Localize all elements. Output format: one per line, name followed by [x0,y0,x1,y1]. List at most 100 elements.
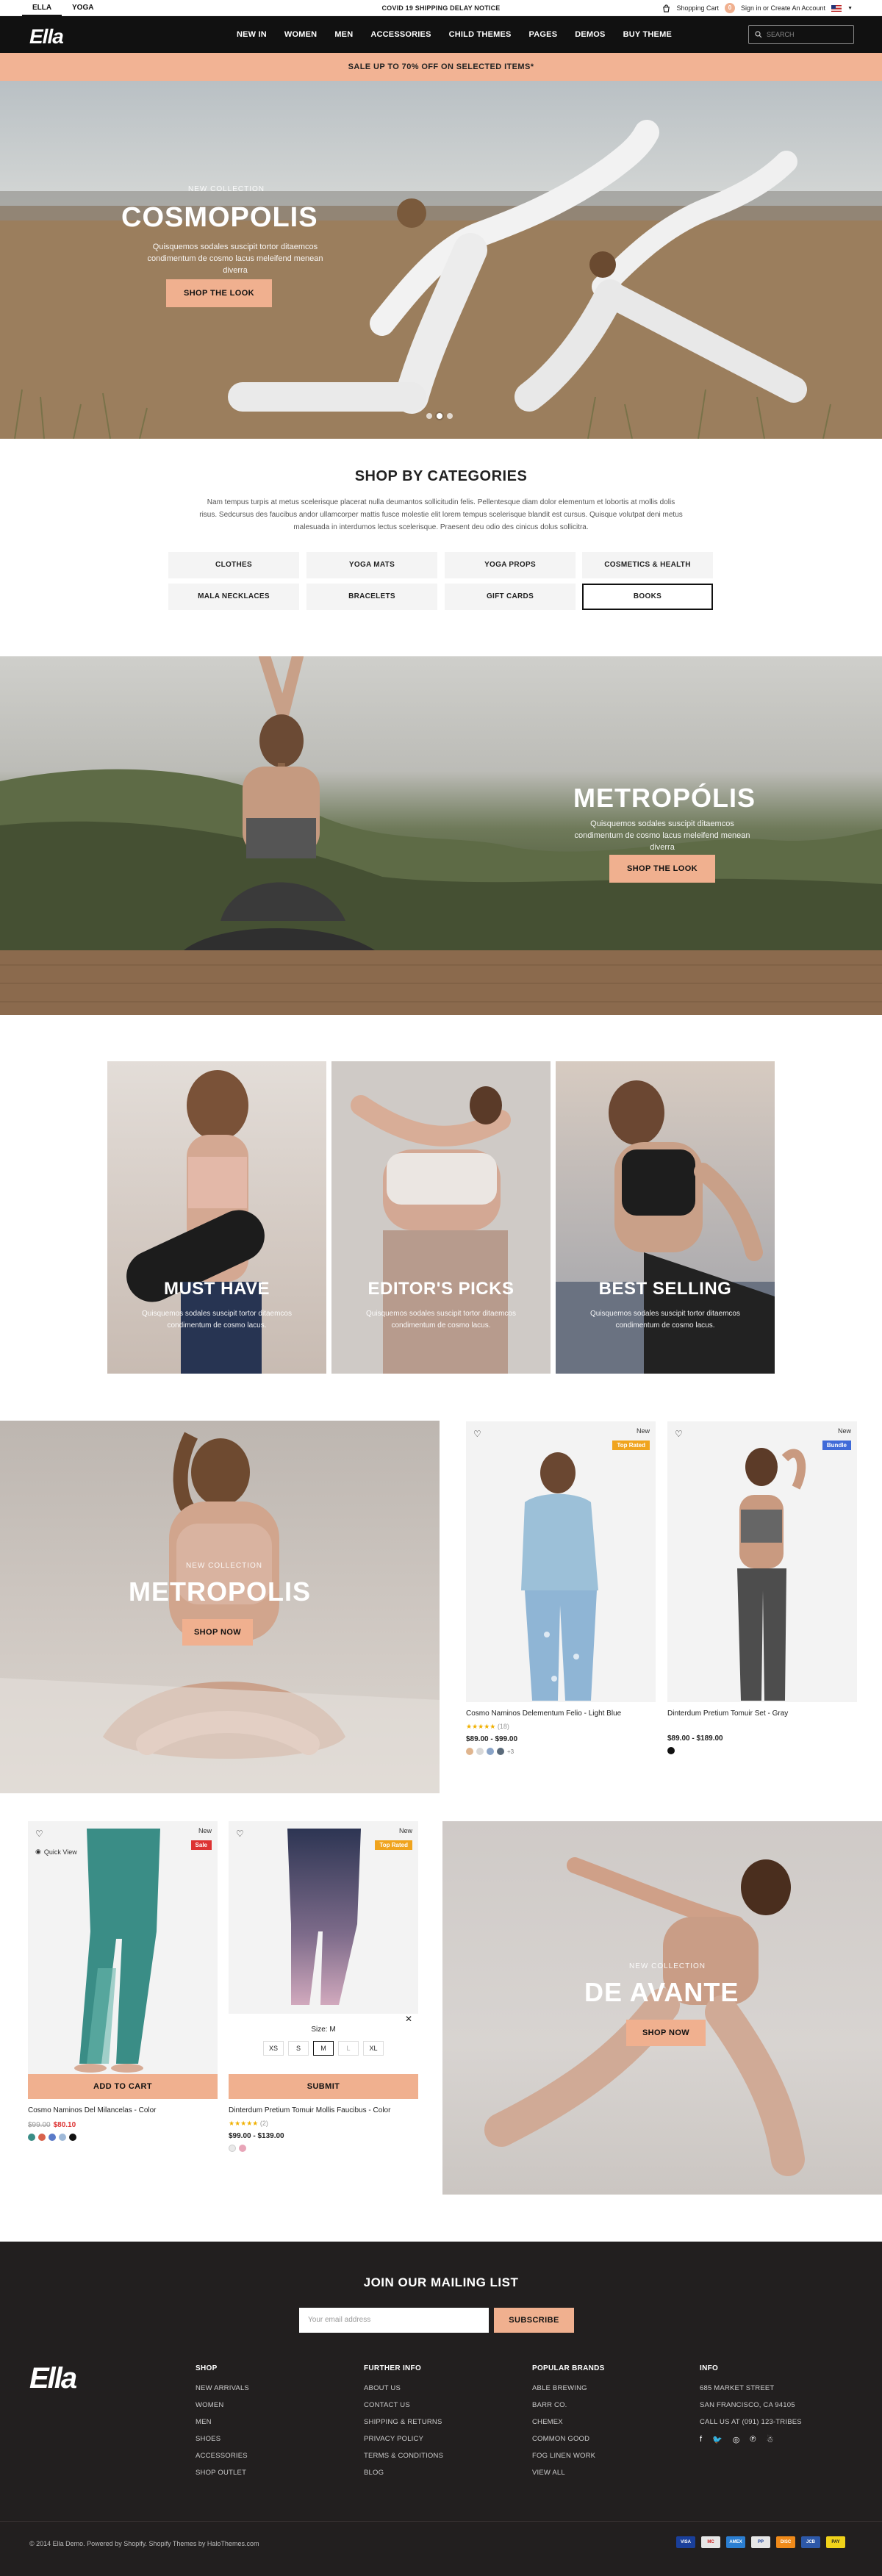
footer-link[interactable]: BLOG [364,2469,443,2477]
size-option-m[interactable]: M [313,2041,334,2056]
metropolis-shop-the-look-button[interactable]: SHOP THE LOOK [609,855,715,883]
category-books[interactable]: BOOKS [582,584,713,610]
metropolis-shop-now-button[interactable]: SHOP NOW [182,1619,253,1646]
footer-link[interactable]: VIEW ALL [532,2469,605,2477]
add-to-cart-button[interactable]: ADD TO CART [28,2074,218,2099]
swatch[interactable] [69,2134,76,2141]
category-bracelets[interactable]: BRACELETS [306,584,437,610]
category-mala-necklaces[interactable]: MALA NECKLACES [168,584,299,610]
swatch[interactable] [476,1748,484,1755]
metropolis-collection-banner[interactable]: NEW COLLECTION METROPOLIS SHOP NOW [0,1421,440,1793]
product-image[interactable]: ♡ New Top Rated ✕ Size: M XS S M L XL [229,1821,418,2074]
wishlist-heart-icon[interactable]: ♡ [473,1429,481,1439]
wishlist-heart-icon[interactable]: ♡ [236,1829,244,1839]
footer-phone[interactable]: CALL US AT (091) 123-TRIBES [700,2418,802,2426]
category-cosmetics-health[interactable]: COSMETICS & HEALTH [582,552,713,578]
snapchat-icon[interactable]: ☃ [766,2435,773,2444]
close-icon[interactable]: ✕ [405,2014,412,2024]
slide-dot-1[interactable] [426,413,432,419]
chevron-down-icon[interactable]: ▼ [847,6,853,11]
wishlist-heart-icon[interactable]: ♡ [675,1429,683,1439]
category-clothes[interactable]: CLOTHES [168,552,299,578]
product-card[interactable]: ♡ New Top Rated ✕ Size: M XS S M L XL SU… [229,1821,418,2152]
shopping-cart-link[interactable]: Shopping Cart [676,4,719,12]
product-image[interactable]: ♡ New Sale ◉ Quick View [28,1821,218,2074]
product-image[interactable]: ♡ New Top Rated [466,1421,656,1702]
footer-link[interactable]: NEW ARRIVALS [196,2384,249,2392]
footer-link[interactable]: ABOUT US [364,2384,443,2392]
nav-item-women[interactable]: WOMEN [276,30,326,39]
swatch[interactable] [497,1748,504,1755]
pinterest-icon[interactable]: ℗ [750,2435,756,2444]
footer-link[interactable]: BARR CO. [532,2401,605,2409]
bag-icon[interactable] [662,4,670,12]
product-card[interactable]: ♡ New Bundle Dinterdum Pretium Tomuir Se… [667,1421,857,1754]
promo-banner[interactable]: SALE UP TO 70% OFF ON SELECTED ITEMS* [0,53,882,81]
swatch[interactable] [466,1748,473,1755]
swatch[interactable] [59,2134,66,2141]
quick-view-button[interactable]: ◉ Quick View [35,1848,77,1856]
product-name[interactable]: Cosmo Naminos Del Milancelas - Color [28,2106,218,2117]
us-flag-icon[interactable] [831,4,842,12]
product-name[interactable]: Cosmo Naminos Delementum Felio - Light B… [466,1709,656,1720]
twitter-icon[interactable]: 🐦 [712,2435,723,2444]
category-yoga-mats[interactable]: YOGA MATS [306,552,437,578]
footer-link[interactable]: ACCESSORIES [196,2452,249,2460]
size-option-xl[interactable]: XL [363,2041,384,2056]
more-swatches[interactable]: +3 [507,1748,514,1755]
wishlist-heart-icon[interactable]: ♡ [35,1829,43,1839]
promo-tile-must-have[interactable]: MUST HAVE Quisquemos sodales suscipit to… [107,1061,326,1374]
swatch[interactable] [667,1747,675,1754]
metropolis-banner[interactable]: METROPÓLIS Quisquemos sodales suscipit d… [0,656,882,1015]
slide-dot-3[interactable] [447,413,453,419]
swatch[interactable] [487,1748,494,1755]
category-gift-cards[interactable]: GIFT CARDS [445,584,576,610]
slide-dot-2[interactable] [437,413,442,419]
submit-button[interactable]: SUBMIT [229,2074,418,2099]
nav-item-demos[interactable]: DEMOS [566,30,614,39]
account-link[interactable]: Sign in or Create An Account [741,4,825,12]
email-field[interactable]: Your email address [299,2308,489,2333]
size-option-s[interactable]: S [288,2041,309,2056]
search-input[interactable]: SEARCH [748,25,854,44]
footer-link[interactable]: SHOES [196,2435,249,2443]
footer-link[interactable]: CHEMEX [532,2418,605,2426]
product-name[interactable]: Dinterdum Pretium Tomuir Set - Gray [667,1709,857,1720]
swatch[interactable] [239,2145,246,2152]
subscribe-button[interactable]: SUBSCRIBE [494,2308,574,2333]
footer-link[interactable]: FOG LINEN WORK [532,2452,605,2460]
footer-link[interactable]: PRIVACY POLICY [364,2435,443,2443]
promo-tile-editors-picks[interactable]: EDITOR'S PICKS Quisquemos sodales suscip… [331,1061,551,1374]
product-image[interactable]: ♡ New Bundle [667,1421,857,1702]
footer-link[interactable]: MEN [196,2418,249,2426]
footer-link[interactable]: ABLE BREWING [532,2384,605,2392]
nav-item-child-themes[interactable]: CHILD THEMES [440,30,520,39]
swatch[interactable] [28,2134,35,2141]
footer-link[interactable]: SHOP OUTLET [196,2469,249,2477]
category-yoga-props[interactable]: YOGA PROPS [445,552,576,578]
facebook-icon[interactable]: f [700,2435,702,2444]
de-avante-banner[interactable]: NEW COLLECTION DE AVANTE SHOP NOW [442,1821,882,2195]
product-card[interactable]: ♡ New Top Rated Cosmo Naminos Delementum… [466,1421,656,1755]
footer-link[interactable]: TERMS & CONDITIONS [364,2452,443,2460]
product-name[interactable]: Dinterdum Pretium Tomuir Mollis Faucibus… [229,2106,418,2117]
nav-item-buy-theme[interactable]: BUY THEME [614,30,681,39]
nav-item-men[interactable]: MEN [326,30,362,39]
hero-shop-the-look-button[interactable]: SHOP THE LOOK [166,279,272,307]
swatch[interactable] [38,2134,46,2141]
size-option-l[interactable]: L [338,2041,359,2056]
site-logo[interactable]: Ella [29,25,64,49]
promo-tile-best-selling[interactable]: BEST SELLING Quisquemos sodales suscipit… [556,1061,775,1374]
covid-notice-link[interactable]: COVID 19 SHIPPING DELAY NOTICE [381,4,500,12]
footer-link[interactable]: WOMEN [196,2401,249,2409]
instagram-icon[interactable]: ◎ [733,2435,740,2444]
product-card[interactable]: ♡ New Sale ◉ Quick View ADD TO CART Cosm… [28,1821,218,2141]
nav-item-new-in[interactable]: NEW IN [228,30,276,39]
hero-slider[interactable]: NEW COLLECTION COSMOPOLIS Quisquemos sod… [0,81,882,439]
size-option-xs[interactable]: XS [263,2041,284,2056]
de-avante-shop-now-button[interactable]: SHOP NOW [626,2020,706,2046]
footer-link[interactable]: CONTACT US [364,2401,443,2409]
swatch[interactable] [49,2134,56,2141]
nav-item-pages[interactable]: PAGES [520,30,567,39]
nav-item-accessories[interactable]: ACCESSORIES [362,30,440,39]
